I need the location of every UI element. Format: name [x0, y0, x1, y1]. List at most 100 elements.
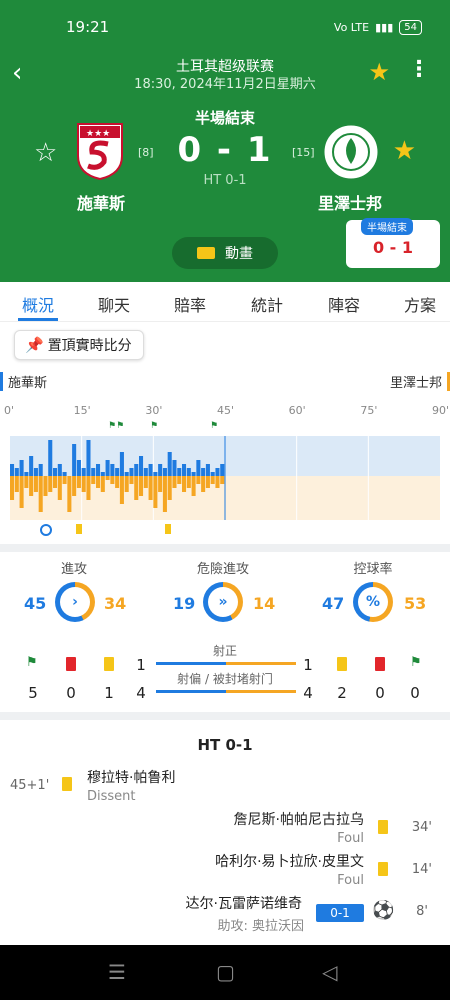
home-attack-bar: [172, 460, 177, 476]
system-nav-bar: ☰ ▢ ◁: [0, 945, 450, 1000]
on-target-away-bar: [226, 662, 296, 665]
off-target-away: 4: [303, 684, 313, 702]
home-attack-bar: [81, 468, 86, 476]
home-corners: 5: [28, 684, 38, 702]
off-target-home: 4: [136, 684, 146, 702]
attack-timeline-chart: 0' 15' 30' 45' 60' 75' 90' ⚑⚑ ⚑ ⚑: [4, 404, 449, 536]
away-attack-bar: [53, 476, 58, 488]
possession-home: 47: [322, 594, 345, 613]
tab-odds[interactable]: 賠率: [174, 292, 206, 316]
home-attack-bar: [14, 468, 19, 476]
away-attack-bar: [196, 476, 201, 484]
corner-flag-icon: ⚑: [150, 421, 158, 431]
home-attack-bar: [38, 464, 43, 476]
off-target-away-bar: [226, 690, 296, 693]
yellow-card-icon: [378, 820, 388, 834]
home-attack-bar: [134, 464, 139, 476]
on-target-away: 1: [303, 656, 313, 674]
home-attack-bar: [53, 468, 58, 476]
home-square-icon[interactable]: ▢: [216, 960, 235, 984]
home-attack-bar: [215, 468, 220, 476]
away-attack-bar: [62, 476, 67, 484]
home-attack-bar: [143, 468, 148, 476]
status-time: 19:21: [66, 18, 110, 36]
event-player[interactable]: 哈利尔·易卜拉欣·皮里文: [215, 851, 364, 871]
away-attack-bar: [67, 476, 72, 512]
away-attack-bar: [24, 476, 29, 488]
home-attack-bar: [10, 464, 15, 476]
tab-stats[interactable]: 統計: [251, 292, 283, 316]
home-attack-bar: [182, 464, 187, 476]
home-attack-bar: [139, 456, 144, 476]
tab-chat[interactable]: 聊天: [98, 292, 130, 316]
mini-status-badge: 半場結束: [361, 218, 413, 235]
separator: [0, 544, 450, 552]
home-attack-bar: [96, 464, 101, 476]
home-attack-bar: [115, 468, 120, 476]
away-attack-bar: [19, 476, 24, 508]
home-attack-bar: [48, 440, 53, 476]
event-player[interactable]: 詹尼斯·帕帕尼古拉乌: [234, 809, 364, 829]
match-status: 半場結束: [194, 109, 255, 127]
home-attack-bar: [201, 468, 206, 476]
event-time: 45+1': [10, 778, 50, 793]
pitch-icon: [197, 247, 215, 259]
back-triangle-icon[interactable]: ◁: [322, 960, 337, 984]
away-corners: 0: [410, 684, 420, 702]
attack-away: 34: [104, 594, 127, 613]
corner-flag-icon: ⚑⚑: [108, 421, 124, 431]
signal-icon: ▮▮▮: [375, 21, 394, 34]
tab-overview[interactable]: 概況: [22, 292, 54, 316]
home-attack-bar: [129, 468, 134, 476]
home-attack-bar: [76, 460, 81, 476]
home-attack-bar: [162, 468, 167, 476]
possession-label: 控球率: [353, 562, 393, 577]
more-menu-icon[interactable]: ⋮: [408, 58, 430, 82]
away-attack-bar: [48, 476, 53, 492]
timeline-tick-label: 60': [289, 404, 306, 417]
red-card-icon: [66, 657, 76, 671]
away-attack-bar: [72, 476, 77, 496]
away-attack-bar: [153, 476, 158, 508]
main-score: 0 - 1: [177, 130, 273, 170]
timeline-tick-label: 15': [74, 404, 91, 417]
favorite-away-star-icon[interactable]: ★: [393, 136, 416, 166]
on-target-home-bar: [156, 662, 226, 665]
battery-icon: 54: [399, 20, 422, 35]
favorite-match-star-icon[interactable]: ★: [368, 58, 390, 86]
home-attack-bar: [62, 472, 67, 476]
timeline-tick-label: 30': [145, 404, 162, 417]
tab-plan[interactable]: 方案: [404, 292, 436, 316]
pin-live-score-button[interactable]: 📌 置頂實時比分: [14, 330, 144, 360]
event-detail: 助攻: 奥拉沃因: [217, 919, 304, 934]
timeline-tick-label: 45': [217, 404, 234, 417]
mini-score-widget[interactable]: 半場結束 0 - 1: [346, 218, 440, 268]
home-team-name[interactable]: 施華斯: [56, 190, 146, 214]
home-attack-bar: [153, 472, 158, 476]
away-attack-bar: [10, 476, 15, 500]
away-team-name[interactable]: 里澤士邦: [305, 190, 395, 214]
home-attack-bar: [105, 460, 110, 476]
away-attack-bar: [210, 476, 215, 484]
away-attack-bar: [215, 476, 220, 488]
event-player[interactable]: 穆拉特·帕鲁利: [87, 767, 175, 787]
home-attack-bar: [72, 444, 77, 476]
timeline-tick-label: 90': [432, 404, 449, 417]
away-attack-bar: [119, 476, 124, 504]
away-attack-bar: [139, 476, 144, 496]
animation-button[interactable]: 動畫: [172, 237, 278, 269]
menu-icon[interactable]: ☰: [108, 960, 126, 984]
home-attack-bar: [205, 464, 210, 476]
home-attack-bar: [24, 472, 29, 476]
off-target-home-bar: [156, 690, 226, 693]
event-player[interactable]: 达尔·瓦雷萨诺维奇: [186, 893, 302, 913]
away-attack-bar: [105, 476, 110, 480]
home-red: 0: [66, 684, 76, 702]
away-team-logo[interactable]: [321, 122, 381, 182]
animation-label: 動畫: [225, 246, 253, 262]
away-attack-bar: [43, 476, 48, 496]
tab-lineup[interactable]: 陣容: [328, 292, 360, 316]
home-attack-bar: [33, 468, 38, 476]
away-attack-bar: [186, 476, 191, 488]
percent-icon: %: [358, 587, 388, 617]
